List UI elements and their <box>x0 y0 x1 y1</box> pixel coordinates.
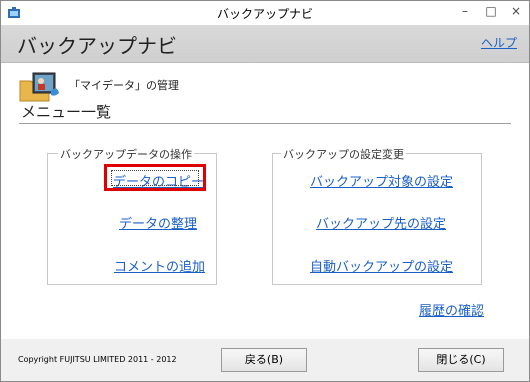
history-link[interactable]: 履歴の確認 <box>419 300 484 319</box>
close-button[interactable]: 閉じる(C) <box>418 348 504 372</box>
backup-target-settings-link[interactable]: バックアップ対象の設定 <box>310 171 453 190</box>
title-bar: バックアップナビ – □ × <box>1 1 529 25</box>
help-link[interactable]: ヘルプ <box>481 34 517 51</box>
organize-data-link[interactable]: データの整理 <box>119 213 197 232</box>
section-divider <box>19 123 511 124</box>
back-button[interactable]: 戻る(B) <box>221 348 307 372</box>
backup-destination-settings-link[interactable]: バックアップ先の設定 <box>316 213 446 232</box>
window-title: バックアップナビ <box>216 7 313 21</box>
main-content: 「マイデータ」の管理 メニュー一覧 バックアップデータの操作 バックアップの設定… <box>1 63 529 339</box>
auto-backup-settings-link[interactable]: 自動バックアップの設定 <box>310 256 453 275</box>
section-title: メニュー一覧 <box>21 103 112 121</box>
manage-label: 「マイデータ」の管理 <box>69 79 179 92</box>
group-label-settings: バックアップの設定変更 <box>281 146 406 162</box>
footer: Copyright FUJITSU LIMITED 2011 - 2012 戻る… <box>1 339 529 381</box>
my-data-icon <box>19 72 59 102</box>
minimize-button[interactable]: – <box>452 1 478 23</box>
app-title: バックアップナビ <box>17 34 177 58</box>
add-comment-link[interactable]: コメントの追加 <box>114 256 205 275</box>
copyright-text: Copyright FUJITSU LIMITED 2011 - 2012 <box>18 355 177 364</box>
close-window-button[interactable]: × <box>503 1 529 23</box>
app-header: バックアップナビ ヘルプ <box>1 25 529 63</box>
group-label-operations: バックアップデータの操作 <box>58 146 194 162</box>
maximize-button[interactable]: □ <box>478 1 504 23</box>
app-window: バックアップナビ – □ × バックアップナビ ヘルプ 「マイデータ」の管理 メ… <box>0 0 530 382</box>
highlight-box <box>104 164 206 191</box>
